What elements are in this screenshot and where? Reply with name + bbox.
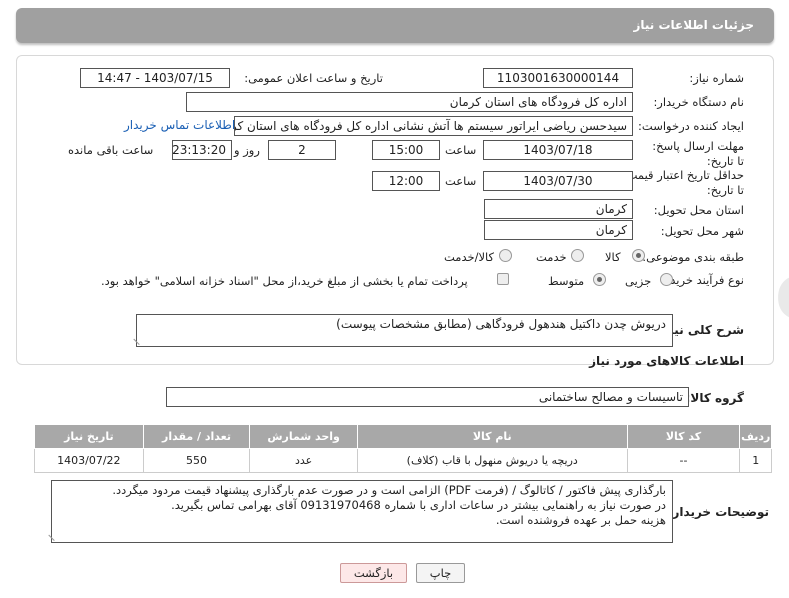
table-row: 1 -- دریچه یا دریوش منهول با قاب (کلاف) … [34, 448, 772, 473]
treasury-payment-note: پرداخت تمام یا بخشی از مبلغ خرید،از محل … [101, 274, 468, 288]
category-goods-radio[interactable] [632, 249, 645, 262]
province-label: استان محل تحویل: [653, 203, 744, 217]
buyer-note-line: بارگذاری پیش فاکتور / کاتالوگ / (فرمت PD… [112, 483, 666, 497]
province-field: کرمان [484, 199, 633, 219]
process-partial-label: جزیی [625, 274, 652, 288]
announce-label: تاریخ و ساعت اعلان عمومی: [244, 71, 383, 85]
buyer-notes-textarea: بارگذاری پیش فاکتور / کاتالوگ / (فرمت PD… [48, 480, 673, 543]
category-service-label: خدمت [536, 250, 567, 264]
buyer-note-line: در صورت نیاز به راهنمایی بیشتر در ساعات … [171, 498, 666, 512]
validity-hour-label: ساعت [445, 174, 477, 188]
table-header-row: ردیف کد کالا نام کالا واحد شمارش تعداد /… [34, 424, 772, 449]
resize-handle-icon [48, 529, 60, 541]
col-name-header: نام کالا [356, 424, 628, 449]
page-title: جزئیات اطلاعات نیاز [633, 18, 754, 32]
category-service-radio[interactable] [571, 249, 584, 262]
buyer-org-label: نام دستگاه خریدار: [653, 95, 744, 109]
back-button[interactable]: بازگشت [340, 563, 407, 583]
process-medium-label: متوسط [548, 274, 585, 288]
goods-info-title: اطلاعات کالاهای مورد نیاز [589, 354, 744, 368]
validity-time-field: 12:00 [372, 171, 440, 191]
creator-label: ایجاد کننده درخواست: [638, 119, 744, 133]
category-label: طبقه بندی موضوعی: [642, 250, 744, 264]
process-medium-radio[interactable] [593, 273, 606, 286]
city-label: شهر محل تحویل: [660, 224, 744, 238]
need-number-label: شماره نیاز: [689, 71, 744, 85]
goods-table: ردیف کد کالا نام کالا واحد شمارش تعداد /… [34, 424, 772, 473]
buyer-notes-label: توضیحات خریدار: [667, 505, 769, 519]
cell-code: -- [626, 448, 741, 473]
description-textarea: دریوش چدن داکتیل هندهول فرودگاهی (مطابق … [133, 314, 673, 347]
category-goods-service-radio[interactable] [499, 249, 512, 262]
buyer-org-field: اداره کل فرودگاه های استان کرمان [186, 92, 633, 112]
goods-group-label: گروه کالا: [685, 391, 744, 405]
resize-handle-icon [133, 333, 145, 345]
col-row-header: ردیف [739, 424, 772, 449]
cell-qty: 550 [142, 448, 251, 473]
deadline-time-field: 15:00 [372, 140, 440, 160]
cell-name: دریچه یا دریوش منهول با قاب (کلاف) [356, 448, 628, 473]
treasury-payment-checkbox[interactable] [497, 273, 509, 285]
cell-unit: عدد [249, 448, 358, 473]
need-number-field: 1103001630000144 [483, 68, 633, 88]
remaining-time-field: 23:13:20 [172, 140, 232, 160]
creator-field: سیدحسن ریاضی ایراتور سیستم ها آتش نشانی … [234, 116, 633, 136]
cell-row: 1 [739, 448, 772, 473]
print-button[interactable]: چاپ [416, 563, 465, 583]
remaining-label: ساعت باقی مانده [68, 143, 154, 157]
buyer-contact-link[interactable]: اطلاعات تماس خریدار [124, 118, 235, 132]
process-partial-radio[interactable] [660, 273, 673, 286]
col-date-header: تاریخ نیاز [34, 424, 144, 449]
validity-date-field: 1403/07/30 [483, 171, 633, 191]
days-label: روز و [234, 143, 260, 157]
deadline-label: مهلت ارسال پاسخ: تا تاریخ: [652, 139, 744, 168]
page-header: جزئیات اطلاعات نیاز [16, 8, 774, 43]
goods-group-field: تاسیسات و مصالح ساختمانی [166, 387, 689, 407]
days-field: 2 [268, 140, 336, 160]
process-label: نوع فرآیند خرید : [662, 273, 744, 287]
description-text: دریوش چدن داکتیل هندهول فرودگاهی (مطابق … [336, 317, 666, 331]
col-code-header: کد کالا [626, 424, 741, 449]
buyer-note-line: هزینه حمل بر عهده فروشنده است. [495, 513, 666, 527]
category-goods-service-label: کالا/خدمت [444, 250, 495, 264]
deadline-hour-label: ساعت [445, 143, 477, 157]
city-field: کرمان [484, 220, 633, 240]
deadline-date-field: 1403/07/18 [483, 140, 633, 160]
col-unit-header: واحد شمارش [249, 424, 358, 449]
cell-date: 1403/07/22 [34, 448, 144, 473]
col-qty-header: تعداد / مقدار [142, 424, 251, 449]
announce-field: 1403/07/15 - 14:47 [80, 68, 230, 88]
validity-label: حداقل تاریخ اعتبار قیمت: تا تاریخ: [622, 168, 744, 197]
category-goods-label: کالا [605, 250, 621, 264]
